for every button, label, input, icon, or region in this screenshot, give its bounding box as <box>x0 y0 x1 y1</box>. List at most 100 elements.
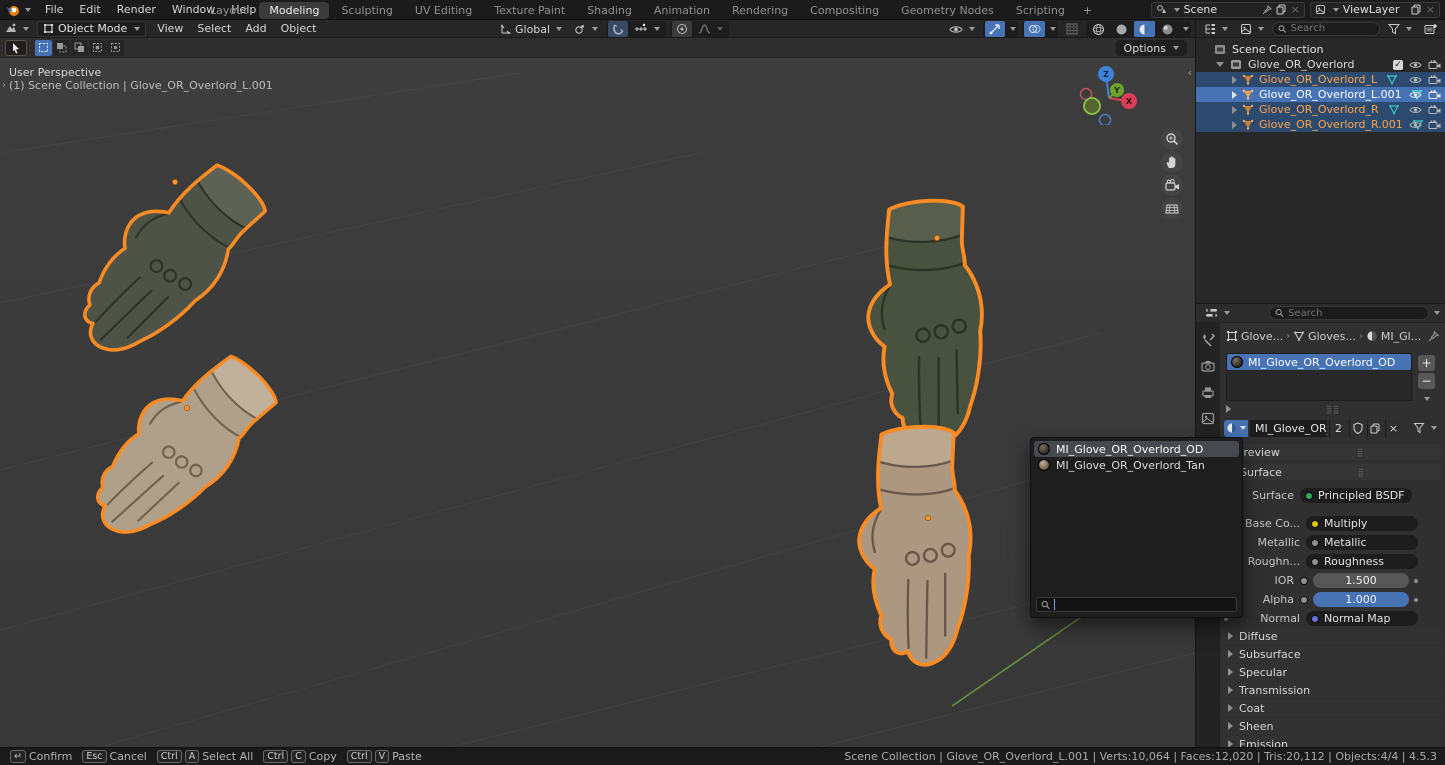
outliner-display-mode[interactable] <box>1200 21 1232 37</box>
visibility-dropdown[interactable] <box>945 21 979 37</box>
camera-render-icon[interactable] <box>1428 120 1441 130</box>
panel-specular[interactable]: Specular <box>1222 664 1441 680</box>
viewlayer-selector[interactable]: ViewLayer × <box>1310 2 1440 18</box>
properties-search-input[interactable] <box>1288 308 1423 319</box>
tab-layout[interactable]: Layout <box>200 2 257 19</box>
tab-scripting[interactable]: Scripting <box>1006 2 1075 19</box>
eye-icon[interactable] <box>1409 90 1422 100</box>
new-viewlayer-icon[interactable] <box>1411 4 1422 15</box>
dropdown-item-material-tan[interactable]: MI_Glove_OR_Overlord_Tan <box>1034 457 1239 473</box>
disclosure-closed-icon[interactable] <box>1232 76 1237 84</box>
properties-editor-type[interactable] <box>1201 305 1234 321</box>
outliner-row-glove-r[interactable]: Glove_OR_Overlord_R <box>1196 102 1445 117</box>
proportional-falloff-dropdown[interactable] <box>694 21 727 37</box>
metallic-field[interactable]: Metallic <box>1306 535 1418 550</box>
mode-selector[interactable]: Object Mode <box>37 21 146 37</box>
outliner-row-scene-collection[interactable]: Scene Collection <box>1196 42 1445 57</box>
disclosure-closed-icon[interactable] <box>1232 121 1237 129</box>
material-name-field[interactable]: MI_Glove_OR_Overl... <box>1250 420 1327 437</box>
unlink-scene-icon[interactable]: × <box>1291 3 1300 16</box>
collection-checkbox[interactable]: ✓ <box>1393 60 1403 70</box>
tab-texture-paint[interactable]: Texture Paint <box>484 2 575 19</box>
tab-render-icon[interactable] <box>1201 360 1215 373</box>
menu-render[interactable]: Render <box>109 0 164 20</box>
outliner-search[interactable] <box>1272 22 1380 36</box>
gizmo-neg-y[interactable] <box>1084 98 1100 114</box>
preview-panel-header[interactable]: Preview ⣿ <box>1222 444 1441 460</box>
blender-menu-button[interactable] <box>0 3 37 17</box>
zoom-button[interactable] <box>1161 128 1183 150</box>
panel-coat[interactable]: Coat <box>1222 700 1441 716</box>
outliner-row-glove-l-001[interactable]: Glove_OR_Overlord_L.001 <box>1196 87 1445 102</box>
roughness-field[interactable]: Roughness <box>1306 554 1418 569</box>
menu-object[interactable]: Object <box>274 20 324 38</box>
new-collection-button[interactable] <box>1420 21 1441 37</box>
new-material-button[interactable] <box>1367 420 1383 437</box>
grip-dots[interactable]: ⣿⣿ <box>1326 405 1340 414</box>
ior-slider[interactable]: 1.500 <box>1313 573 1409 588</box>
camera-view-button[interactable] <box>1161 174 1183 196</box>
properties-search[interactable] <box>1269 306 1429 320</box>
snap-pivot-dropdown[interactable] <box>570 21 602 37</box>
tab-tool-icon[interactable] <box>1201 333 1215 347</box>
viewport-3d[interactable]: › User Perspective (1) Scene Collection … <box>0 58 1195 747</box>
menu-file[interactable]: File <box>37 0 71 20</box>
disclosure-closed-icon[interactable] <box>1232 91 1237 99</box>
shading-solid-button[interactable] <box>1111 21 1132 37</box>
snap-target-dropdown[interactable] <box>630 21 664 37</box>
menu-add[interactable]: Add <box>238 20 273 38</box>
alpha-slider[interactable]: 1.000 <box>1313 592 1409 607</box>
tab-modeling[interactable]: Modeling <box>259 2 329 19</box>
select-mode-invert[interactable] <box>89 40 106 56</box>
tab-uv-editing[interactable]: UV Editing <box>405 2 482 19</box>
navigation-gizmo[interactable]: Z Y X <box>1078 63 1140 125</box>
pin-icon[interactable] <box>1262 5 1272 15</box>
gizmo-toggle[interactable] <box>985 21 1005 37</box>
panel-subsurface[interactable]: Subsurface <box>1222 646 1441 662</box>
eye-icon[interactable] <box>1409 120 1422 130</box>
camera-render-icon[interactable] <box>1428 105 1441 115</box>
outliner-row-collection[interactable]: Glove_OR_Overlord ✓ <box>1196 57 1445 72</box>
breadcrumb-object[interactable]: Glove... <box>1241 330 1283 343</box>
slot-list-resize[interactable]: ⣿⣿ <box>1226 404 1435 414</box>
tab-animation[interactable]: Animation <box>644 2 720 19</box>
shading-rendered-button[interactable] <box>1157 21 1178 37</box>
disclosure-closed-icon[interactable] <box>1232 106 1237 114</box>
select-mode-intersect[interactable] <box>107 40 124 56</box>
fake-user-button[interactable] <box>1349 420 1365 437</box>
new-scene-icon[interactable] <box>1276 4 1287 15</box>
browse-material-button[interactable] <box>1224 420 1248 437</box>
snap-toggle-button[interactable] <box>608 21 628 37</box>
xray-toggle[interactable] <box>1062 21 1082 37</box>
disclosure-open-icon[interactable] <box>1216 62 1224 67</box>
decorator-dot[interactable] <box>1414 579 1418 583</box>
decorator-dot[interactable] <box>1414 598 1418 602</box>
menu-view[interactable]: View <box>150 20 190 38</box>
material-slot-active[interactable]: MI_Glove_OR_Overlord_OD <box>1227 354 1411 370</box>
tab-compositing[interactable]: Compositing <box>800 2 889 19</box>
scene-selector[interactable]: Scene × <box>1151 2 1305 18</box>
outliner-row-glove-l[interactable]: Glove_OR_Overlord_L <box>1196 72 1445 87</box>
panel-transmission[interactable]: Transmission <box>1222 682 1441 698</box>
gizmo-neg-z[interactable] <box>1100 115 1111 126</box>
tab-rendering[interactable]: Rendering <box>722 2 798 19</box>
add-slot-button[interactable]: + <box>1418 355 1435 371</box>
remove-viewlayer-icon[interactable]: × <box>1426 3 1435 16</box>
outliner-row-glove-r-001[interactable]: Glove_OR_Overlord_R.001 <box>1196 117 1445 132</box>
select-mode-set[interactable] <box>35 40 52 56</box>
material-filter-button[interactable] <box>1409 420 1441 436</box>
panel-diffuse[interactable]: Diffuse <box>1222 628 1441 644</box>
tab-shading[interactable]: Shading <box>577 2 642 19</box>
options-button[interactable]: Options <box>1116 40 1187 56</box>
menu-edit[interactable]: Edit <box>71 0 108 20</box>
eye-icon[interactable] <box>1409 105 1422 115</box>
transform-orientation-dropdown[interactable]: Global <box>496 21 566 37</box>
active-tool-button[interactable] <box>5 40 27 56</box>
dropdown-search-input[interactable] <box>1054 599 1232 610</box>
breadcrumb-mesh[interactable]: Gloves... <box>1308 330 1356 343</box>
shading-material-button[interactable] <box>1134 21 1155 37</box>
unlink-material-button[interactable]: × <box>1385 420 1401 437</box>
pan-button[interactable] <box>1161 151 1183 173</box>
select-mode-extend[interactable] <box>53 40 70 56</box>
panel-sheen[interactable]: Sheen <box>1222 718 1441 734</box>
